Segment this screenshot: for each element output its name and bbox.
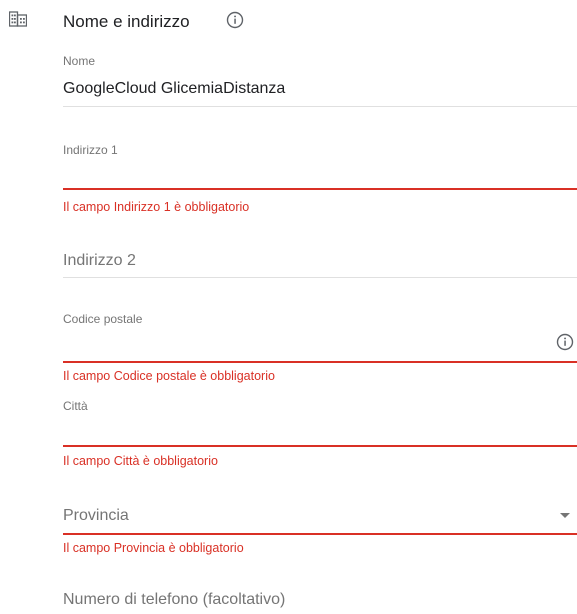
citta-label: Città (63, 399, 88, 413)
indirizzo1-label: Indirizzo 1 (63, 143, 118, 157)
info-icon[interactable] (556, 333, 574, 351)
citta-error: Il campo Città è obbligatorio (63, 454, 218, 468)
provincia-error: Il campo Provincia è obbligatorio (63, 541, 244, 555)
info-icon[interactable] (226, 11, 244, 29)
codice-postale-label: Codice postale (63, 312, 143, 326)
codice-postale-error: Il campo Codice postale è obbligatorio (63, 369, 275, 383)
provincia-underline (63, 533, 577, 535)
nome-underline (63, 106, 577, 107)
provincia-label: Provincia (63, 507, 129, 524)
nome-value[interactable]: GoogleCloud GlicemiaDistanza (63, 80, 285, 98)
indirizzo1-underline (63, 188, 577, 190)
telefono-label: Numero di telefono (facoltativo) (63, 591, 286, 608)
citta-underline (63, 445, 577, 447)
nome-label: Nome (63, 54, 96, 68)
dropdown-arrow-icon[interactable] (560, 513, 570, 518)
indirizzo2-underline (63, 277, 577, 278)
indirizzo1-error: Il campo Indirizzo 1 è obbligatorio (63, 200, 250, 214)
indirizzo2-label: Indirizzo 2 (63, 252, 136, 269)
codice-postale-underline (63, 361, 577, 363)
building-icon (8, 10, 28, 28)
section-title: Nome e indirizzo (63, 12, 190, 31)
